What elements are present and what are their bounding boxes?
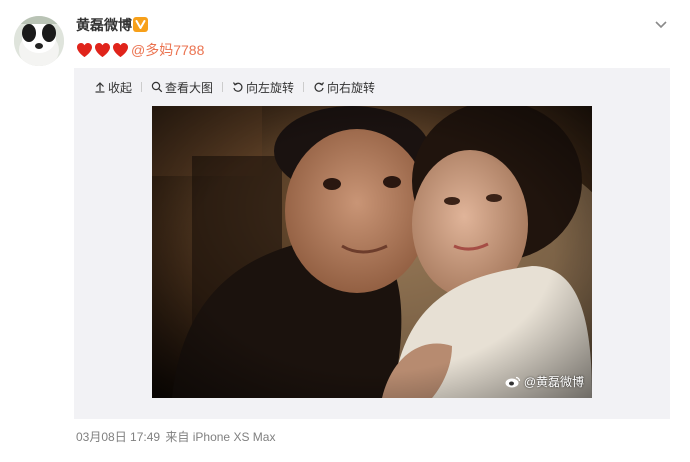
search-icon	[151, 81, 163, 93]
weibo-logo-icon	[505, 376, 520, 388]
verified-badge-icon	[133, 17, 148, 32]
rotate-left-button[interactable]: 向左旋转	[232, 79, 294, 96]
toolbar-divider	[141, 82, 143, 92]
media-toolbar: 收起 查看大图 向左旋转 向右旋转	[74, 68, 670, 106]
weibo-post-card: 黄磊微博 @多妈7788 收起 查看大图 向左旋转 向右旋转 @黄磊微博 03月…	[0, 0, 690, 462]
collapse-label: 收起	[108, 80, 133, 95]
rotate-right-button[interactable]: 向右旋转	[313, 79, 375, 96]
post-photo[interactable]: @黄磊微博	[152, 106, 592, 398]
user-name[interactable]: 黄磊微博	[76, 15, 132, 35]
mention-link[interactable]: @多妈7788	[131, 40, 204, 60]
chevron-down-icon[interactable]	[653, 16, 669, 32]
heart-icon	[95, 43, 110, 57]
avatar-icon	[14, 16, 64, 66]
watermark-text: @黄磊微博	[523, 375, 584, 389]
view-large-label: 查看大图	[165, 80, 214, 95]
collapse-button[interactable]: 收起	[94, 79, 132, 96]
rotate-right-label: 向右旋转	[327, 80, 376, 95]
post-timestamp[interactable]: 03月08日 17:49	[76, 430, 160, 444]
toolbar-divider	[303, 82, 305, 92]
rotate-left-icon	[233, 82, 243, 92]
collapse-icon	[95, 82, 105, 93]
heart-icon	[77, 43, 92, 57]
heart-icon	[113, 43, 128, 57]
rotate-right-icon	[314, 82, 325, 92]
photo-watermark: @黄磊微博	[505, 373, 584, 390]
rotate-left-label: 向左旋转	[246, 80, 295, 95]
media-expanded-panel: 收起 查看大图 向左旋转 向右旋转 @黄磊微博	[74, 68, 670, 419]
view-large-button[interactable]: 查看大图	[151, 79, 213, 96]
post-source[interactable]: 来自 iPhone XS Max	[165, 430, 275, 444]
post-text: @多妈7788	[76, 40, 204, 60]
user-avatar[interactable]	[14, 16, 64, 66]
photo-image	[152, 106, 592, 398]
toolbar-divider	[222, 82, 224, 92]
post-meta: 03月08日 17:49 来自 iPhone XS Max	[76, 428, 275, 445]
